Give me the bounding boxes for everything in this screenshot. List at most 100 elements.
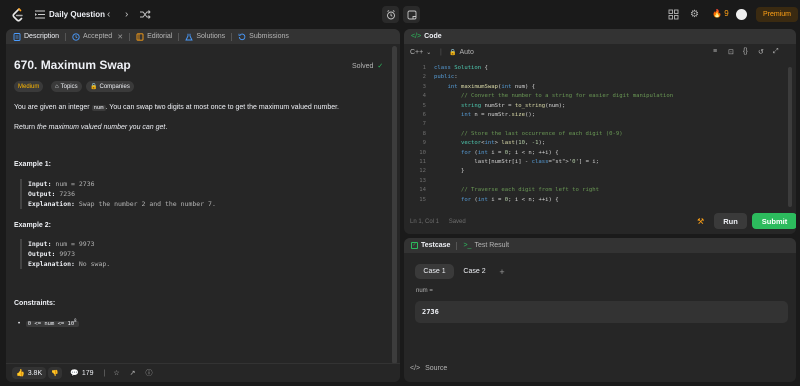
bookmark-icon[interactable]: ⊡ bbox=[728, 48, 734, 56]
layout-grid-icon[interactable] bbox=[668, 9, 679, 20]
prev-problem-icon[interactable]: ‹ bbox=[107, 9, 110, 20]
example-2-title: Example 2: bbox=[14, 222, 51, 229]
braces-icon[interactable]: {} bbox=[743, 48, 748, 55]
desc-text-2: . You can swap two digits at most once t… bbox=[105, 104, 339, 111]
top-bar: Daily Question ‹ › ⚙ 🔥 9 Premium bbox=[0, 0, 800, 29]
code-tabbar: </> Code bbox=[404, 29, 796, 44]
tab-accepted-label: Accepted bbox=[83, 33, 113, 40]
code-scrollbar[interactable] bbox=[788, 67, 792, 207]
code-text: for (int i = 0; i < n; ++i) { bbox=[460, 196, 559, 203]
topics-button[interactable]: ⌂ Topics bbox=[51, 81, 82, 92]
dislike-button[interactable]: 👎 bbox=[48, 367, 63, 379]
explanation-label: Explanation: bbox=[28, 260, 75, 268]
reset-icon[interactable]: ↺ bbox=[758, 48, 764, 56]
explanation-value: No swap. bbox=[78, 260, 111, 268]
avatar[interactable] bbox=[736, 9, 747, 20]
checkbox-icon: ✓ bbox=[411, 242, 418, 249]
description-footer: 👍 3.8K 👎 💬 179 | ☆ ↗ ⓘ bbox=[6, 363, 400, 382]
lock-icon: 🔒 bbox=[449, 50, 457, 56]
next-problem-icon[interactable]: › bbox=[125, 9, 128, 20]
code-editor[interactable]: 1 class Solution {2 public: 3 int maximumSw… bbox=[404, 65, 796, 213]
input-value: num = 9973 bbox=[55, 240, 95, 248]
autocomplete-toggle[interactable]: 🔒 Auto bbox=[449, 49, 474, 56]
description-scrollbar[interactable] bbox=[392, 46, 397, 364]
tab-code-label: Code bbox=[424, 33, 442, 40]
tab-editorial[interactable]: Editorial bbox=[133, 29, 175, 44]
testcase-panel: ✓ Testcase >_ Test Result Case 1 Case 2 … bbox=[404, 238, 796, 382]
language-select[interactable]: C++ ⌄ bbox=[410, 49, 431, 56]
history-icon bbox=[238, 33, 246, 40]
line-number: 10 bbox=[419, 149, 426, 156]
solved-label: Solved bbox=[352, 63, 374, 70]
tab-testcase[interactable]: ✓ Testcase bbox=[408, 238, 453, 253]
shuffle-icon[interactable] bbox=[140, 10, 151, 19]
timer-button[interactable] bbox=[382, 6, 399, 23]
line-number: 13 bbox=[419, 177, 426, 184]
testcase-tabbar: ✓ Testcase >_ Test Result bbox=[404, 238, 796, 253]
tab-accepted[interactable]: Accepted ✕ bbox=[69, 29, 126, 44]
example-2-block: Input: num = 9973 Output: 9973 Explanati… bbox=[20, 239, 110, 269]
format-icon[interactable]: ≡ bbox=[713, 48, 717, 55]
settings-gear-icon[interactable]: ⚙ bbox=[689, 9, 700, 20]
example-1-title: Example 1: bbox=[14, 161, 51, 168]
source-label: Source bbox=[425, 365, 448, 372]
tab-code[interactable]: </> Code bbox=[408, 29, 445, 44]
companies-button[interactable]: 🔒 Companies bbox=[86, 81, 134, 92]
output-value: 7236 bbox=[59, 190, 75, 198]
streak-counter[interactable]: 🔥 9 bbox=[712, 9, 729, 18]
code-text: last[numStr[i] - class="st">'0'] = i; bbox=[434, 159, 600, 165]
debug-icon[interactable]: ⚒ bbox=[697, 217, 704, 226]
tab-solutions[interactable]: Solutions bbox=[182, 29, 228, 44]
premium-button[interactable]: Premium bbox=[756, 7, 798, 22]
like-button[interactable]: 👍 3.8K bbox=[12, 367, 47, 379]
code-panel: </> Code C++ ⌄ | 🔒 Auto ≡ ⊡ {} ↺ ⤢ 1 clas… bbox=[404, 29, 796, 234]
clock-icon bbox=[72, 32, 80, 41]
difficulty-badge: Medium bbox=[14, 81, 44, 92]
code-text: public: bbox=[434, 74, 458, 81]
tab-submissions[interactable]: Submissions bbox=[235, 29, 292, 44]
leetcode-logo-icon[interactable] bbox=[11, 8, 24, 22]
cursor-position: Ln 1, Col 1 bbox=[410, 219, 440, 225]
description-tabbar: Description Accepted ✕ Editorial Solutio… bbox=[6, 29, 400, 44]
case-2-tab[interactable]: Case 2 bbox=[458, 264, 491, 279]
help-icon[interactable]: ⓘ bbox=[146, 368, 153, 378]
problem-title[interactable]: 670. Maximum Swap bbox=[14, 58, 131, 72]
add-case-button[interactable]: + bbox=[496, 264, 508, 279]
tab-description[interactable]: Description bbox=[10, 29, 62, 44]
line-number: 15 bbox=[419, 196, 426, 203]
close-tab-icon[interactable]: ✕ bbox=[117, 33, 123, 41]
input-label: num = bbox=[416, 288, 433, 294]
note-icon bbox=[407, 10, 416, 19]
code-text: vector<int> last(10, -1); bbox=[460, 140, 546, 147]
line-number: 9 bbox=[422, 140, 426, 147]
line-number: 14 bbox=[419, 187, 426, 194]
output-label: Output: bbox=[28, 190, 56, 198]
problem-list-icon[interactable] bbox=[35, 10, 45, 19]
comment-count: 179 bbox=[81, 369, 94, 377]
share-icon[interactable]: ↗ bbox=[130, 369, 136, 377]
notes-button[interactable] bbox=[403, 6, 420, 23]
tab-divider bbox=[65, 32, 67, 41]
daily-question-title[interactable]: Daily Question bbox=[49, 10, 105, 19]
expand-icon[interactable]: ⤢ bbox=[773, 48, 779, 56]
solved-status: Solved ✓ bbox=[352, 62, 383, 70]
constraints-title: Constraints: bbox=[14, 300, 56, 307]
fire-icon: 🔥 bbox=[712, 9, 722, 18]
line-number: 5 bbox=[422, 102, 426, 109]
submit-button[interactable]: Submit bbox=[752, 213, 796, 229]
tab-submissions-label: Submissions bbox=[249, 33, 289, 40]
source-link[interactable]: </> Source bbox=[410, 365, 447, 372]
input-label: Input: bbox=[28, 180, 52, 188]
example-1-block: Input: num = 2736 Output: 7236 Explanati… bbox=[20, 179, 216, 209]
mode-label: Auto bbox=[459, 49, 474, 56]
star-icon[interactable]: ☆ bbox=[113, 369, 119, 377]
tab-test-result[interactable]: >_ Test Result bbox=[460, 238, 512, 253]
case-1-tab[interactable]: Case 1 bbox=[415, 264, 454, 279]
run-button[interactable]: Run bbox=[714, 213, 747, 229]
testcase-input[interactable]: 2736 bbox=[415, 301, 788, 323]
code-text: // Convert the number to a string for ea… bbox=[460, 93, 674, 100]
thumbs-down-icon: 👎 bbox=[51, 370, 59, 377]
comments-button[interactable]: 💬 179 bbox=[70, 369, 94, 378]
code-brackets-icon: </> bbox=[411, 33, 422, 40]
companies-label: Companies bbox=[99, 83, 130, 90]
